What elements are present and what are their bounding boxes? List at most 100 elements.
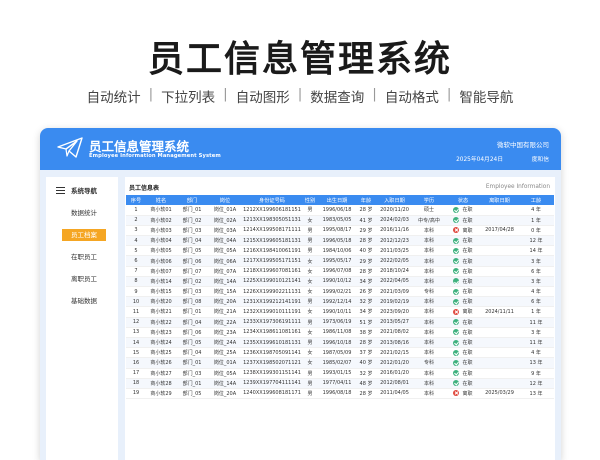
table-row[interactable]: 4 商小软04 部门_04 岗位_04A 1215XX199605181131 男 1996… bbox=[126, 235, 554, 247]
table-row[interactable]: 3 商小软03 部门_03 岗位_03A 1214XX199508171111 男 1995… bbox=[126, 225, 554, 237]
table-cell: 部门_06 bbox=[176, 327, 208, 338]
column-header[interactable]: 身份证号码 bbox=[242, 195, 302, 205]
table-cell bbox=[481, 245, 518, 257]
table-row[interactable]: 17 商小软27 部门_03 岗位_05A 1238XX199301151141 男 199… bbox=[126, 368, 554, 379]
check-circle-icon bbox=[453, 370, 460, 377]
table-cell: 商小软05 bbox=[146, 245, 176, 257]
paper-plane-icon bbox=[57, 137, 83, 158]
table-cell: 部门_04 bbox=[176, 347, 208, 359]
table-cell: 女 bbox=[302, 357, 318, 369]
table-cell: 商小软20 bbox=[146, 296, 176, 308]
status-text: 在职 bbox=[462, 258, 473, 265]
table-row[interactable]: 12 商小软22 部门_04 岗位_22A 1233XX197306191111 男 197… bbox=[126, 317, 554, 328]
feature-bar: 自动统计 | 下拉列表 | 自动图形 | 数据查询 | 自动格式 | 智能导航 bbox=[0, 86, 600, 106]
table-row[interactable]: 7 商小软07 部门_07 岗位_07A 1218XX199607081161 女 1996… bbox=[126, 266, 554, 277]
column-header[interactable]: 离职日期 bbox=[481, 195, 518, 205]
table-row[interactable]: 6 商小软06 部门_06 岗位_06A 1217XX199505171151 女 1995… bbox=[126, 255, 554, 267]
table-cell: 在职 bbox=[445, 266, 481, 277]
column-header[interactable]: 工龄 bbox=[518, 195, 554, 205]
column-header[interactable]: 年龄 bbox=[356, 195, 376, 205]
sidebar-item-statistics[interactable]: 数据统计 bbox=[62, 207, 106, 219]
table-cell: 女 bbox=[302, 276, 318, 288]
table-row[interactable]: 10 商小软20 部门_08 岗位_20A 1231XX199212141191 男 199… bbox=[126, 296, 554, 308]
table-cell: 岗位_14A bbox=[208, 378, 242, 389]
column-header[interactable]: 部门 bbox=[176, 195, 208, 205]
sidebar-item-active-employees[interactable]: 在职员工 bbox=[62, 251, 106, 263]
table-row[interactable]: 16 商小软26 部门_01 岗位_01A 1237XX198502071121 女 198… bbox=[126, 357, 554, 369]
table-cell: 1990/10/11 bbox=[318, 306, 356, 318]
column-header[interactable]: 岗位 bbox=[208, 195, 242, 205]
table-cell: 40 岁 bbox=[356, 245, 376, 257]
table-cell: 本科 bbox=[413, 306, 445, 318]
table-cell: 在职 bbox=[445, 205, 481, 216]
table-row[interactable]: 5 商小软05 部门_05 岗位_05A 1216XX198410061191 男 1984… bbox=[126, 245, 554, 257]
table-cell bbox=[481, 327, 518, 338]
check-circle-icon bbox=[453, 319, 460, 326]
table-cell bbox=[481, 357, 518, 369]
table-cell: 9 bbox=[126, 286, 146, 298]
sidebar-item-departed-employees[interactable]: 离职员工 bbox=[62, 273, 106, 285]
table-cell: 28 岁 bbox=[356, 337, 376, 349]
table-cell: 2012/01/20 bbox=[376, 357, 413, 369]
table-cell: 1996/10/18 bbox=[318, 337, 356, 349]
table-row[interactable]: 14 商小软24 部门_05 岗位_24A 1235XX199610181131 男 199… bbox=[126, 337, 554, 349]
table-cell: 1236XX198705091141 bbox=[242, 347, 302, 359]
table-cell: 1992/12/14 bbox=[318, 296, 356, 308]
table-row[interactable]: 2 商小软02 部门_02 岗位_02A 1213XX198305051131 女 1983… bbox=[126, 215, 554, 226]
table-cell: 2 bbox=[126, 215, 146, 226]
status-text: 在职 bbox=[462, 289, 473, 296]
table-cell: 离职 bbox=[445, 225, 481, 237]
column-header[interactable]: 姓名 bbox=[146, 195, 176, 205]
table-cell: 2025/03/29 bbox=[481, 388, 518, 400]
table-cell bbox=[481, 286, 518, 298]
column-header[interactable]: 入职日期 bbox=[376, 195, 413, 205]
table-cell: 商小软24 bbox=[146, 337, 176, 349]
table-cell: 13 bbox=[126, 327, 146, 338]
sidebar-item-employee-records[interactable]: 员工档案 bbox=[62, 229, 106, 241]
column-header[interactable]: 序号 bbox=[126, 195, 146, 205]
column-header[interactable]: 出生日期 bbox=[318, 195, 356, 205]
table-cell: 1237XX198502071121 bbox=[242, 357, 302, 369]
table-row[interactable]: 8 商小软14 部门_02 岗位_14A 1225XX199010121141 女 1990… bbox=[126, 276, 554, 288]
table-cell: 34 岁 bbox=[356, 276, 376, 288]
table-row[interactable]: 13 商小软23 部门_06 岗位_23A 1234XX198611081161 女 198… bbox=[126, 327, 554, 338]
table-cell: 本科 bbox=[413, 337, 445, 349]
table-cell: 2017/04/28 bbox=[481, 225, 518, 237]
table-row[interactable]: 1 商小软01 部门_01 岗位_01A 1212XX19960618115​1 男 199… bbox=[126, 205, 554, 216]
table-cell: 本科 bbox=[413, 245, 445, 257]
table-cell: 商小软14 bbox=[146, 276, 176, 288]
table-cell: 1985/02/07 bbox=[318, 357, 356, 369]
table-cell: 商小软28 bbox=[146, 378, 176, 389]
table-cell: 岗位_24A bbox=[208, 337, 242, 349]
check-circle-icon bbox=[453, 268, 460, 275]
table-cell: 16 bbox=[126, 357, 146, 369]
table-row[interactable]: 18 商小软28 部门_01 岗位_14A 1239XX197704111141 男 197… bbox=[126, 378, 554, 389]
table-cell: 本科 bbox=[413, 327, 445, 338]
table-row[interactable]: 19 商小软29 部门_05 岗位_20A 1240XX199608181171 男 199… bbox=[126, 388, 554, 400]
table-cell: 28 岁 bbox=[356, 205, 376, 216]
table-row[interactable]: 11 商小软21 部门_01 岗位_21A 1232XX199010111191 女 199… bbox=[126, 306, 554, 318]
table-cell: 1 年 bbox=[518, 306, 554, 318]
status-text: 在职 bbox=[462, 207, 473, 214]
table-cell: 29 岁 bbox=[356, 225, 376, 237]
feature-separator: | bbox=[223, 86, 228, 102]
table-row[interactable]: 9 商小软15 部门_03 岗位_15A 1226XX199902211131 女 1999… bbox=[126, 286, 554, 298]
table-cell: 部门_03 bbox=[176, 286, 208, 298]
table-cell: 2022/02/05 bbox=[376, 255, 413, 267]
main-panel: 员工信息表 Employee Information 序号 姓名 部门 岗位 身份证号码… bbox=[125, 177, 555, 460]
column-header[interactable]: 状态 bbox=[445, 195, 481, 205]
sidebar-item-base-data[interactable]: 基础数据 bbox=[62, 295, 106, 307]
table-cell: 1990/10/12 bbox=[318, 276, 356, 288]
table-row[interactable]: 15 商小软25 部门_04 岗位_25A 1236XX198705091141 女 198… bbox=[126, 347, 554, 359]
table-cell: 3 年 bbox=[518, 276, 554, 288]
table-cell bbox=[481, 378, 518, 389]
check-circle-icon bbox=[453, 288, 460, 295]
table-cell: 13 年 bbox=[518, 388, 554, 400]
column-header[interactable]: 学历 bbox=[413, 195, 445, 205]
x-circle-icon bbox=[453, 227, 460, 234]
table-cell bbox=[481, 347, 518, 359]
table-cell: 在职 bbox=[445, 347, 481, 359]
table-cell: 12 年 bbox=[518, 235, 554, 247]
column-header[interactable]: 性别 bbox=[302, 195, 318, 205]
table-cell: 男 bbox=[302, 378, 318, 389]
